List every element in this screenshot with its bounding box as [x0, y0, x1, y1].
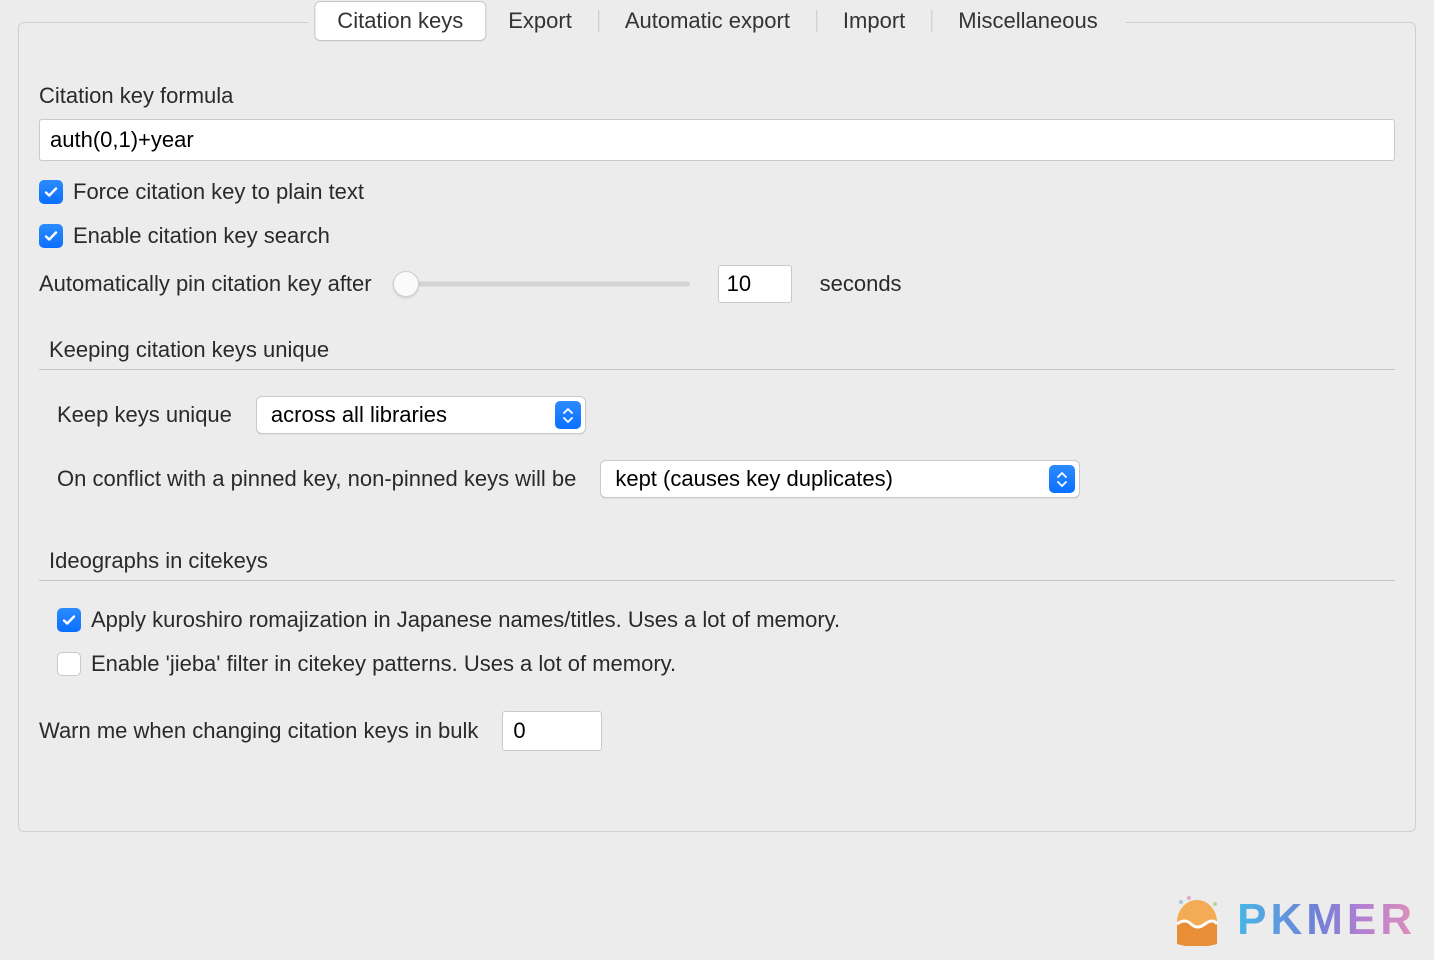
tab-bar: Citation keys Export Automatic export Im… [308, 1, 1125, 41]
conflict-label: On conflict with a pinned key, non-pinne… [57, 466, 576, 492]
jieba-label: Enable 'jieba' filter in citekey pattern… [91, 651, 676, 677]
conflict-select[interactable]: kept (causes key duplicates) [600, 460, 1080, 498]
settings-panel: Citation keys Export Automatic export Im… [18, 22, 1416, 832]
enable-citation-key-search-label: Enable citation key search [73, 223, 330, 249]
force-plain-text-checkbox[interactable] [39, 180, 63, 204]
tab-separator [816, 10, 817, 32]
tab-automatic-export[interactable]: Automatic export [603, 2, 812, 40]
force-plain-text-label: Force citation key to plain text [73, 179, 364, 205]
keep-keys-unique-value: across all libraries [271, 402, 447, 428]
tab-separator [598, 10, 599, 32]
select-stepper-icon [1049, 465, 1075, 493]
auto-pin-label: Automatically pin citation key after [39, 271, 372, 297]
jieba-checkbox[interactable] [57, 652, 81, 676]
tab-citation-keys[interactable]: Citation keys [314, 1, 486, 41]
conflict-value: kept (causes key duplicates) [615, 466, 893, 492]
kuroshiro-label: Apply kuroshiro romajization in Japanese… [91, 607, 840, 633]
tab-export[interactable]: Export [486, 2, 594, 40]
section-keeping-unique: Keeping citation keys unique [39, 337, 1395, 370]
kuroshiro-checkbox[interactable] [57, 608, 81, 632]
tab-import[interactable]: Import [821, 2, 927, 40]
keep-keys-unique-select[interactable]: across all libraries [256, 396, 586, 434]
citation-key-formula-input[interactable] [39, 119, 1395, 161]
auto-pin-unit-label: seconds [820, 271, 902, 297]
enable-citation-key-search-checkbox[interactable] [39, 224, 63, 248]
section-ideographs: Ideographs in citekeys [39, 548, 1395, 581]
auto-pin-slider[interactable] [400, 269, 690, 299]
bulk-warn-input[interactable] [502, 711, 602, 751]
tab-miscellaneous[interactable]: Miscellaneous [936, 2, 1119, 40]
keep-keys-unique-label: Keep keys unique [57, 402, 232, 428]
pkmer-watermark: PKMER [1171, 894, 1416, 946]
select-stepper-icon [555, 401, 581, 429]
tab-separator [931, 10, 932, 32]
bulk-warn-label: Warn me when changing citation keys in b… [39, 718, 478, 744]
slider-thumb-icon[interactable] [393, 271, 419, 297]
auto-pin-value-input[interactable] [718, 265, 792, 303]
pkmer-logo-icon [1171, 894, 1223, 946]
pkmer-watermark-text: PKMER [1237, 895, 1416, 945]
citation-key-formula-label: Citation key formula [39, 83, 1395, 109]
